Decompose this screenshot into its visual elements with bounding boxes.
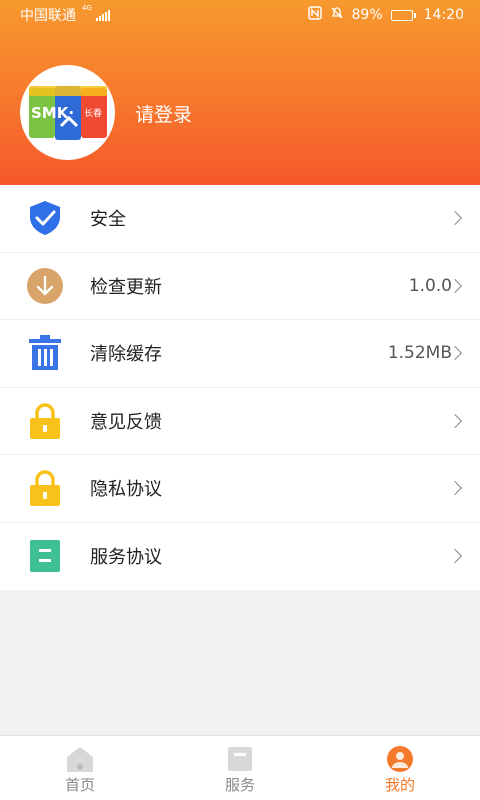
chevron-right-icon	[447, 481, 463, 496]
menu-item-label: 服务协议	[90, 547, 162, 569]
lock-icon	[27, 470, 63, 507]
mute-bell-icon	[330, 6, 344, 24]
carrier-name: 中国联通	[20, 8, 76, 24]
lock-icon	[27, 403, 63, 439]
menu-item-label: 隐私协议	[90, 479, 162, 501]
tab-service[interactable]: 服务	[160, 736, 320, 800]
download-arrow-icon	[27, 267, 63, 304]
version-value: 1.0.0	[408, 275, 452, 296]
trash-icon	[27, 335, 63, 371]
person-icon	[387, 746, 413, 772]
login-link[interactable]: 请登录	[135, 100, 192, 127]
network-type: 4G	[82, 4, 92, 12]
home-icon	[67, 747, 93, 772]
status-right: 89% 14:20	[307, 6, 464, 24]
menu-item-label: 安全	[90, 209, 126, 231]
menu-item-clear-cache[interactable]: 清除缓存 1.52MB	[0, 320, 480, 388]
menu-item-privacy[interactable]: 隐私协议	[0, 455, 480, 523]
shield-check-icon	[27, 200, 63, 236]
avatar[interactable]: SMK· 长春	[20, 65, 115, 160]
tab-label: 我的	[384, 776, 415, 794]
document-icon	[27, 538, 63, 574]
bottom-tab-bar: 首页 服务 我的	[0, 735, 480, 800]
cache-size-value: 1.52MB	[387, 343, 452, 364]
smk-logo-icon: SMK· 长春	[28, 85, 107, 140]
menu-item-security[interactable]: 安全	[0, 185, 480, 253]
nfc-icon	[307, 6, 322, 24]
tab-home[interactable]: 首页	[0, 736, 160, 800]
battery-percent: 89%	[351, 7, 383, 23]
battery-icon	[390, 9, 416, 21]
menu-item-label: 意见反馈	[90, 411, 162, 433]
menu-item-service-agreement[interactable]: 服务协议	[0, 523, 480, 591]
tab-mine[interactable]: 我的	[320, 736, 480, 800]
bookmark-icon	[228, 747, 252, 771]
chevron-right-icon	[447, 413, 463, 428]
settings-menu: 安全 检查更新 1.0.0 清除缓存 1.52MB 意见反馈 隐私协议 服务协议	[0, 185, 480, 590]
status-bar: 中国联通 4G 89% 14:20	[0, 0, 480, 30]
logo-subtext: 长春	[84, 107, 102, 119]
signal-icon	[95, 9, 110, 21]
tab-label: 首页	[64, 776, 95, 794]
menu-item-label: 检查更新	[90, 276, 162, 298]
menu-item-label: 清除缓存	[90, 344, 162, 366]
tab-label: 服务	[224, 776, 255, 794]
chevron-right-icon	[447, 549, 463, 564]
chevron-right-icon	[447, 211, 463, 226]
clock: 14:20	[423, 7, 464, 23]
menu-item-check-update[interactable]: 检查更新 1.0.0	[0, 253, 480, 320]
menu-item-feedback[interactable]: 意见反馈	[0, 388, 480, 455]
profile-header: 中国联通 4G 89% 14:20 SMK· 长春 请登录	[0, 0, 480, 185]
status-left: 中国联通 4G	[20, 5, 110, 25]
